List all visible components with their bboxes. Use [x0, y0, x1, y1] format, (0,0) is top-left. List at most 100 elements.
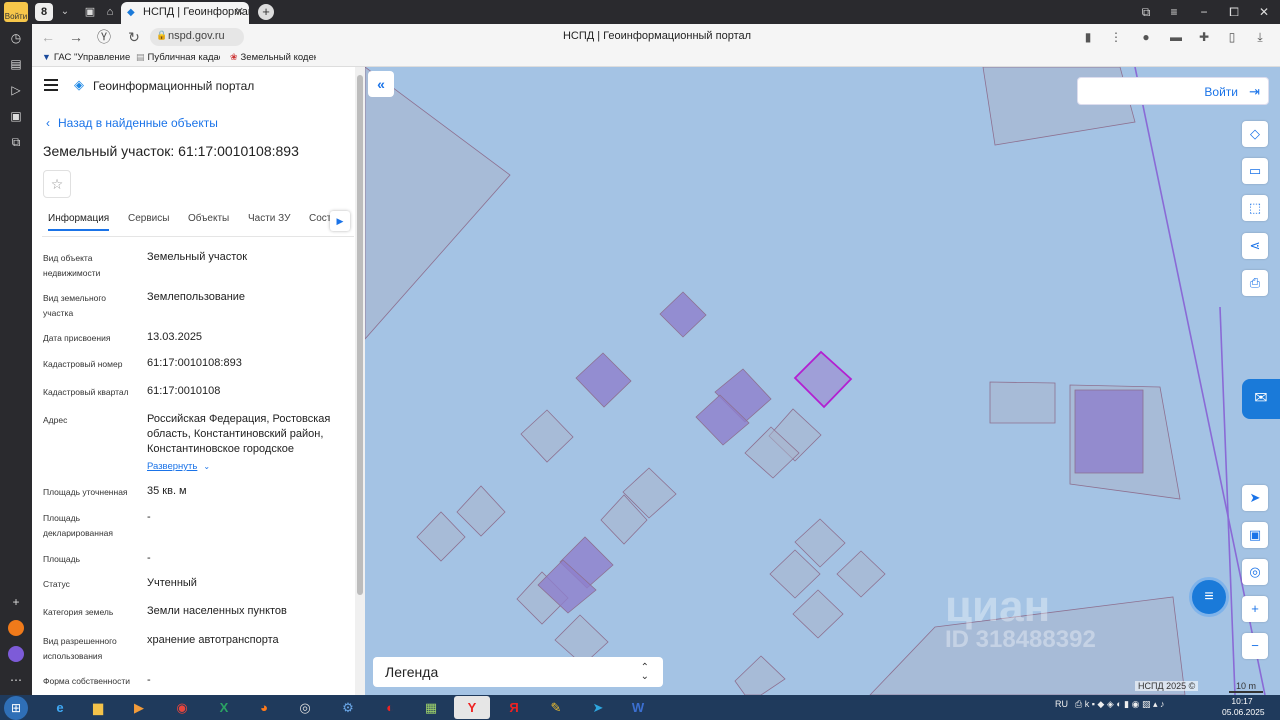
reload-icon[interactable]: ↻: [126, 29, 142, 45]
minimize-icon[interactable]: −: [1194, 4, 1214, 20]
app-icon[interactable]: ▦: [413, 696, 449, 719]
chat-bubble-icon[interactable]: ≡: [1189, 577, 1229, 617]
close-icon[interactable]: ✕: [235, 5, 244, 18]
selected-parcel[interactable]: [575, 352, 632, 408]
navigate-icon[interactable]: ➤: [1242, 485, 1268, 511]
more-icon[interactable]: ⋮: [1108, 29, 1124, 45]
language-indicator[interactable]: RU: [1055, 699, 1068, 709]
media-player-icon[interactable]: ▶: [121, 696, 157, 719]
back-icon[interactable]: ←: [40, 29, 56, 45]
parcel-shape[interactable]: [456, 485, 506, 537]
bookmark-item[interactable]: ▼ ГАС "Управление: [42, 52, 130, 63]
add-icon[interactable]: +: [8, 594, 24, 610]
new-tab-button[interactable]: +: [258, 4, 274, 20]
ruler-icon[interactable]: ▭: [1242, 158, 1268, 184]
menu-icon[interactable]: ≡: [1164, 4, 1184, 20]
app-icon[interactable]: [8, 620, 24, 636]
tab-objects[interactable]: Объекты: [188, 213, 229, 224]
field-label: Площадь декларированная: [43, 513, 113, 538]
parcel-shape[interactable]: [416, 511, 466, 562]
support-chat-icon[interactable]: ✉: [1242, 379, 1280, 419]
layers-icon[interactable]: ◇: [1242, 121, 1268, 147]
parcel-shape[interactable]: [792, 589, 844, 639]
yandex-icon[interactable]: Я: [496, 696, 532, 719]
system-clock[interactable]: 10:17 05.06.2025: [1222, 696, 1265, 718]
close-window-icon[interactable]: ✕: [1254, 4, 1274, 20]
tab-composition[interactable]: Сост: [309, 213, 331, 224]
media-icon[interactable]: ▷: [8, 82, 24, 98]
excel-icon[interactable]: X: [206, 696, 242, 719]
sidebar-icon[interactable]: ▯: [1224, 29, 1240, 45]
forward-icon[interactable]: →: [68, 29, 84, 45]
back-link[interactable]: ‹ Назад в найденные объекты: [46, 116, 218, 130]
pinned-tab-icon[interactable]: ▣: [82, 4, 98, 20]
scrollbar-thumb[interactable]: [357, 75, 363, 595]
extension-icon[interactable]: ▬: [1168, 29, 1184, 45]
locate-icon[interactable]: ◎: [1242, 559, 1268, 585]
restore-icon[interactable]: ⧠: [1224, 4, 1244, 20]
zoom-out-button[interactable]: −: [1242, 633, 1268, 659]
counter-icon[interactable]: ▣: [8, 108, 24, 124]
app-icon[interactable]: ⚙: [330, 696, 366, 719]
more-icon[interactable]: ⋯: [8, 672, 24, 688]
puzzle-icon[interactable]: ✚: [1196, 29, 1212, 45]
tray-icon[interactable]: ⎙ k ▪ ◆ ◈ ◐ ▮ ◉ ▨ ▴ ♪: [1075, 699, 1165, 710]
tab-services[interactable]: Сервисы: [128, 213, 169, 224]
alice-icon[interactable]: [8, 646, 24, 662]
bookmark-item[interactable]: ▤ Публичная кадас: [136, 52, 220, 63]
tabs-scroll-right-icon[interactable]: ▶: [330, 211, 350, 231]
parcel-shape[interactable]: [734, 655, 786, 695]
tab-information[interactable]: Информация: [48, 213, 110, 231]
legend-toggle[interactable]: Легенда ⌃ ⌄: [373, 657, 663, 687]
collapse-panel-button[interactable]: «: [368, 71, 394, 97]
tabs-menu-icon[interactable]: ⧉: [1136, 4, 1156, 20]
map-layer[interactable]: [365, 67, 1280, 695]
home-icon[interactable]: ⌂: [102, 4, 118, 20]
login-button[interactable]: Войти ⇥: [1077, 77, 1269, 105]
share-icon[interactable]: ⋖: [1242, 233, 1268, 259]
tab-count[interactable]: 8: [35, 3, 53, 21]
expand-link[interactable]: Развернуть ⌄: [147, 461, 210, 472]
chevron-down-icon[interactable]: ⌄: [56, 3, 74, 21]
selected-parcel[interactable]: [1074, 389, 1144, 474]
url-field[interactable]: 🔒 nspd.gov.ru: [150, 28, 244, 46]
profile-avatar[interactable]: Войти: [4, 2, 28, 22]
screenshot-icon[interactable]: ⧉: [8, 134, 24, 150]
explorer-icon[interactable]: ▆: [80, 696, 116, 719]
download-icon[interactable]: ⤓: [1252, 29, 1268, 45]
bookmark-item[interactable]: ❀ Земельный кодек: [230, 52, 316, 63]
history-icon[interactable]: ◷: [8, 30, 24, 46]
yandex-browser-icon[interactable]: Y: [454, 696, 490, 719]
app-icon[interactable]: ◎: [287, 696, 323, 719]
login-label: Войти: [1204, 85, 1238, 99]
active-tab[interactable]: ◆ НСПД | Геоинформацио ✕: [121, 2, 249, 24]
menu-icon[interactable]: [44, 79, 58, 91]
telegram-icon[interactable]: ➤: [580, 696, 616, 719]
map-canvas[interactable]: « Войти ⇥ ◇ ▭ ⬚ ⋖ ⎙ ✉ ➤ ▣ ◎ + − ≡ циан ID…: [365, 67, 1280, 695]
selected-parcel[interactable]: [659, 291, 707, 338]
panel-scrollbar[interactable]: [355, 67, 365, 695]
zoom-in-button[interactable]: +: [1242, 596, 1268, 622]
minimap-icon[interactable]: ▣: [1242, 522, 1268, 548]
bookmark-icon[interactable]: ▮: [1080, 29, 1096, 45]
collections-icon[interactable]: ▤: [8, 56, 24, 72]
tab-parcel-parts[interactable]: Части ЗУ: [248, 213, 290, 224]
select-area-icon[interactable]: ⬚: [1242, 195, 1268, 221]
print-icon[interactable]: ⎙: [1242, 270, 1268, 296]
app-icon[interactable]: ◐: [372, 696, 408, 719]
firefox-icon[interactable]: ◕: [246, 696, 282, 719]
legend-label: Легенда: [385, 664, 439, 680]
favorite-star-icon[interactable]: ☆: [43, 170, 71, 198]
word-icon[interactable]: W: [620, 696, 656, 719]
start-button[interactable]: ⊞: [4, 696, 28, 720]
chrome-icon[interactable]: ◉: [164, 696, 200, 719]
parcel-shape[interactable]: [365, 67, 511, 340]
ie-icon[interactable]: e: [42, 696, 78, 719]
parcel-shape[interactable]: [989, 381, 1056, 424]
highlighted-parcel[interactable]: [793, 350, 853, 409]
paint-icon[interactable]: ✎: [538, 696, 574, 719]
parcel-shape[interactable]: [836, 550, 886, 598]
yandex-icon[interactable]: Ⓨ: [96, 29, 112, 45]
extension-icon[interactable]: ●: [1138, 29, 1154, 45]
parcel-shape[interactable]: [520, 409, 574, 463]
